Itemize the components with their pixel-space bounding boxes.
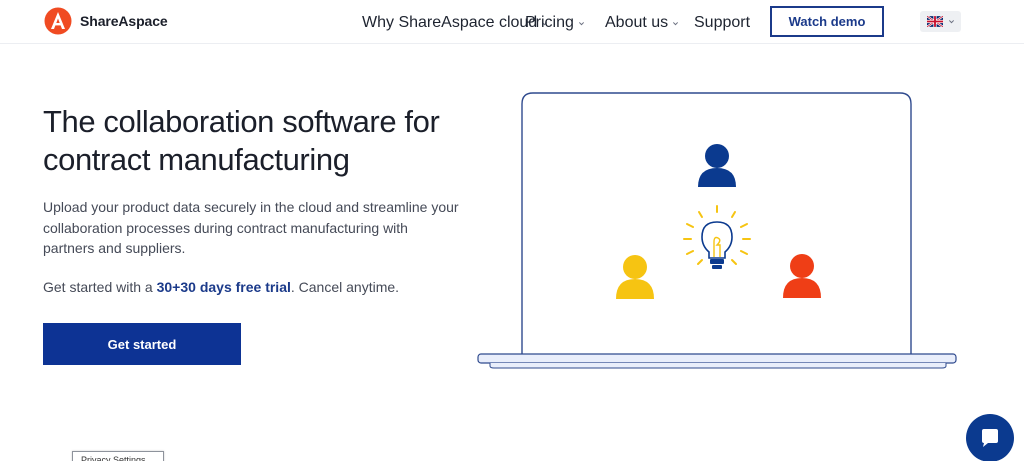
shareaspace-logo-icon [44, 7, 72, 35]
hero-title: The collaboration software for contract … [43, 104, 440, 177]
nav-about-us-label: About us [605, 14, 669, 31]
brand-logo[interactable]: ShareAspace [44, 7, 168, 35]
nav-pricing-label: Pricing [525, 14, 574, 31]
nav-support[interactable]: Support [694, 14, 750, 32]
chat-button[interactable] [966, 414, 1014, 461]
chat-icon [982, 429, 998, 447]
trial-prefix: Get started with a [43, 279, 157, 295]
hero-trial-text: Get started with a 30+30 days free trial… [43, 277, 463, 297]
nav-about-us[interactable]: About us [605, 14, 679, 32]
uk-flag-icon [926, 16, 943, 27]
nav-support-label: Support [694, 14, 751, 31]
hero-illustration [477, 92, 957, 369]
watch-demo-button[interactable]: Watch demo [770, 6, 884, 37]
privacy-settings-tab[interactable]: Privacy Settings [72, 451, 164, 461]
trial-suffix: . Cancel anytime. [290, 279, 400, 295]
brand-name: ShareAspace [80, 13, 168, 29]
chevron-down-icon [578, 21, 584, 25]
language-selector[interactable] [920, 11, 961, 32]
site-header: ShareAspace Why ShareAspace cloud Pricin… [0, 0, 1024, 44]
nav-why-shareaspace[interactable]: Why ShareAspace cloud [362, 14, 548, 32]
trial-link[interactable]: 30+30 days free trial [157, 279, 291, 295]
get-started-button[interactable]: Get started [43, 323, 241, 365]
chevron-down-icon [673, 21, 679, 25]
nav-pricing[interactable]: Pricing [525, 14, 585, 32]
nav-why-shareaspace-label: Why ShareAspace cloud [362, 14, 538, 31]
hero-description: Upload your product data securely in the… [43, 199, 459, 256]
chevron-down-icon [948, 20, 954, 24]
